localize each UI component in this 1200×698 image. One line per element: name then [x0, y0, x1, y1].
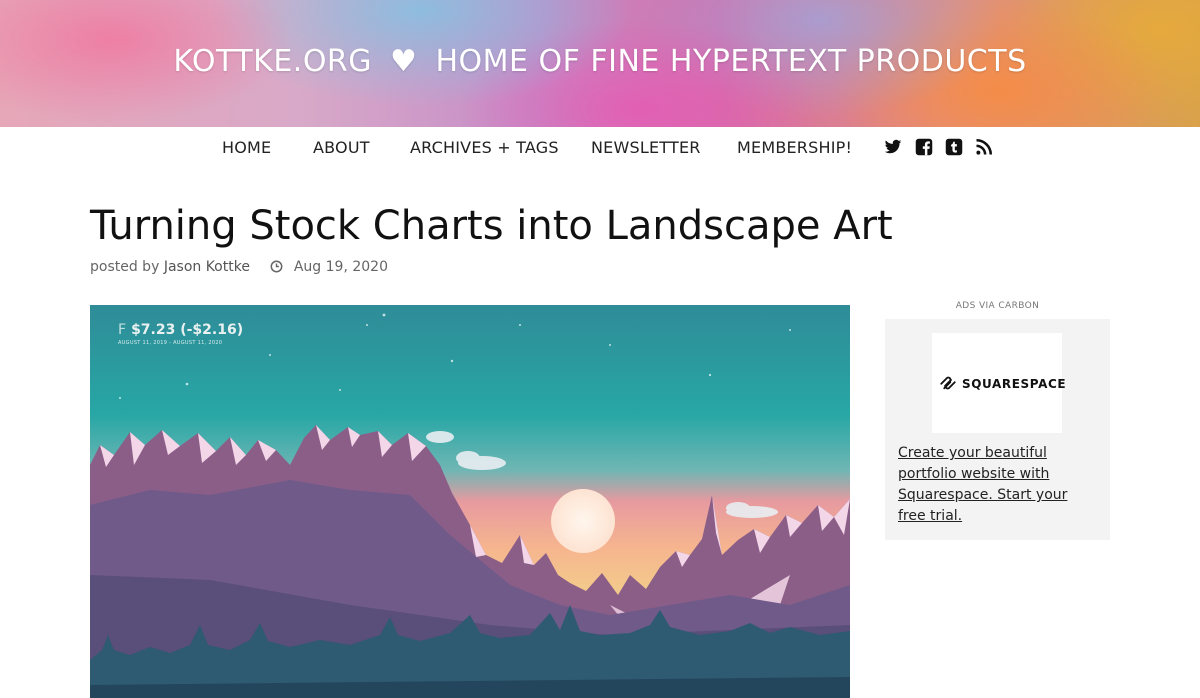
nav-home[interactable]: HOME	[222, 138, 271, 157]
stock-date-range: AUGUST 11, 2019 - AUGUST 11, 2020	[118, 340, 223, 346]
nav-newsletter[interactable]: NEWSLETTER	[591, 138, 701, 157]
article-title[interactable]: Turning Stock Charts into Landscape Art	[90, 203, 893, 249]
author-name[interactable]: Jason Kottke	[164, 259, 250, 275]
tumblr-icon[interactable]	[945, 138, 963, 156]
ad-image-link[interactable]: SQUARESPACE	[932, 333, 1066, 433]
facebook-icon[interactable]	[915, 138, 933, 156]
article-meta: posted by Jason Kottke Aug 19, 2020	[90, 259, 388, 277]
stock-value: $7.23 (-$2.16)	[131, 322, 244, 338]
site-title[interactable]: KOTTKE.ORG ♥ HOME OF FINE HYPERTEXT PRODUC…	[0, 44, 1200, 79]
article-image: F $7.23 (-$2.16) AUGUST 11, 2019 - AUGUST…	[90, 305, 850, 698]
carbon-ad: SQUARESPACE Create your beautiful portfo…	[885, 319, 1110, 540]
site-tagline: HOME OF FINE HYPERTEXT PRODUCTS	[435, 44, 1027, 79]
nav-about[interactable]: ABOUT	[313, 138, 370, 157]
ad-label[interactable]: ADS VIA CARBON	[885, 301, 1110, 311]
clock-icon	[270, 260, 283, 277]
stock-ticker: F $7.23 (-$2.16)	[118, 322, 243, 338]
squarespace-logo-icon	[939, 374, 957, 392]
posted-by-label: posted by	[90, 259, 160, 275]
twitter-icon[interactable]	[884, 138, 902, 156]
main-nav: HOME ABOUT ARCHIVES + TAGS NEWSLETTER ME…	[0, 127, 1200, 169]
landscape-artwork	[90, 305, 850, 698]
site-name[interactable]: KOTTKE.ORG	[173, 44, 372, 79]
stock-symbol: F	[118, 322, 127, 338]
rss-icon[interactable]	[975, 138, 993, 156]
site-banner[interactable]: KOTTKE.ORG ♥ HOME OF FINE HYPERTEXT PRODUC…	[0, 0, 1200, 127]
nav-membership[interactable]: MEMBERSHIP!	[737, 138, 852, 157]
heart-icon: ♥	[390, 44, 418, 79]
article-date[interactable]: Aug 19, 2020	[294, 259, 388, 275]
nav-archives-tags[interactable]: ARCHIVES + TAGS	[410, 138, 559, 157]
ad-brand: SQUARESPACE	[962, 377, 1067, 391]
ad-text-link[interactable]: Create your beautiful portfolio website …	[898, 443, 1098, 527]
